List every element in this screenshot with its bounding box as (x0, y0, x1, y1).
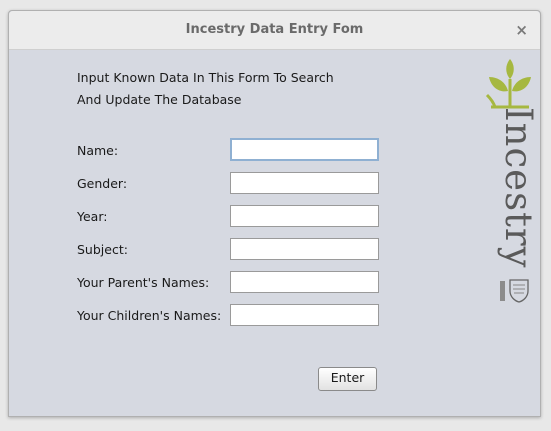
year-field[interactable] (230, 205, 379, 227)
enter-button[interactable]: Enter (318, 367, 377, 391)
subject-label: Subject: (77, 242, 128, 257)
name-field[interactable] (230, 138, 379, 161)
gender-field[interactable] (230, 172, 379, 194)
childrens-names-field[interactable] (230, 304, 379, 326)
brand-name: Incestry (497, 107, 540, 269)
parents-names-field[interactable] (230, 271, 379, 293)
university-crest-icon (500, 279, 529, 303)
form-window: Incestry Data Entry Fom × Input Known Da… (8, 10, 541, 417)
name-label: Name: (77, 143, 119, 158)
close-icon[interactable]: × (515, 11, 528, 49)
title-bar[interactable]: Incestry Data Entry Fom × (9, 11, 540, 50)
intro-text: Input Known Data In This Form To Search … (77, 67, 334, 111)
subject-field[interactable] (230, 238, 379, 260)
gender-label: Gender: (77, 176, 128, 191)
childrens-names-label: Your Children's Names: (77, 308, 222, 323)
intro-line-1: Input Known Data In This Form To Search (77, 70, 334, 85)
intro-line-2: And Update The Database (77, 92, 242, 107)
parents-names-label: Your Parent's Names: (77, 275, 210, 290)
window-title: Incestry Data Entry Fom (185, 22, 364, 37)
year-label: Year: (77, 209, 108, 224)
